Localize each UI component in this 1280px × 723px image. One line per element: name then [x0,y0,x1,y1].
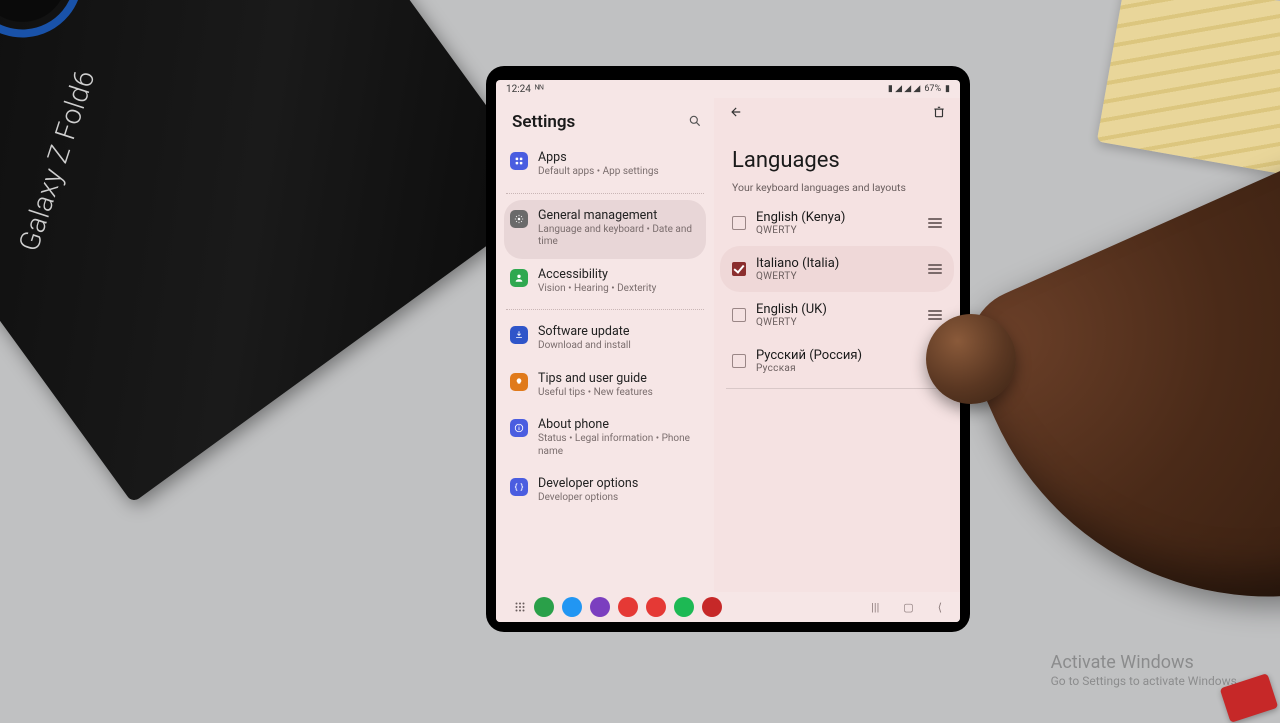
settings-divider [506,309,704,310]
status-bar: 12:24 ᴺᴺ ▮ ◢ ◢ ◢ 67% ▮ [496,80,960,98]
screen: 12:24 ᴺᴺ ▮ ◢ ◢ ◢ 67% ▮ Settings AppsDefa… [496,80,960,622]
dock-app-phone[interactable] [534,597,554,617]
dock-app-pdf[interactable] [702,597,722,617]
settings-item-accessibility[interactable]: AccessibilityVision • Hearing • Dexterit… [504,259,706,306]
language-name: English (Kenya) [756,210,918,225]
language-item--[interactable]: Русский (Россия)Русская [720,338,954,384]
settings-item-title: Software update [538,324,700,339]
language-item-english-kenya-[interactable]: English (Kenya)QWERTY [720,200,954,246]
settings-item-apps[interactable]: AppsDefault apps • App settings [504,142,706,189]
drag-handle-icon[interactable] [928,264,942,274]
nav-home-button[interactable]: ▢ [903,601,913,614]
back-arrow-icon [728,105,742,119]
settings-item-title: About phone [538,417,700,432]
language-item-english-uk-[interactable]: English (UK)QWERTY [720,292,954,338]
status-time: 12:24 [506,84,531,95]
search-button[interactable] [688,113,702,132]
dock-app-youtube[interactable] [646,597,666,617]
back-button[interactable] [728,104,742,123]
language-checkbox[interactable] [732,354,746,368]
battery-icon: ▮ [945,84,950,94]
nav-back-button[interactable]: ⟨ [938,601,942,614]
settings-item-tips-and-user-guide[interactable]: Tips and user guideUseful tips • New fea… [504,363,706,410]
dock-app-app-red[interactable] [618,597,638,617]
box-logo [0,0,98,53]
settings-item-about-phone[interactable]: About phoneStatus • Legal information • … [504,409,706,468]
language-item-italiano-italia-[interactable]: Italiano (Italia)QWERTY [720,246,954,292]
settings-item-subtitle: Language and keyboard • Date and time [538,224,700,249]
phone-frame: 12:24 ᴺᴺ ▮ ◢ ◢ ◢ 67% ▮ Settings AppsDefa… [486,66,970,632]
settings-item-subtitle: Useful tips • New features [538,387,700,400]
search-icon [688,114,702,128]
gear-icon [510,210,528,228]
info-icon [510,419,528,437]
language-name: Русский (Россия) [756,348,918,363]
settings-item-subtitle: Default apps • App settings [538,166,700,179]
status-signal-icon: ▮ ◢ ◢ ◢ [888,84,920,94]
language-layout: QWERTY [756,225,918,236]
settings-item-title: Developer options [538,476,700,491]
download-icon [510,326,528,344]
language-name: English (UK) [756,302,918,317]
settings-title: Settings [512,112,575,132]
settings-item-title: Tips and user guide [538,371,700,386]
delete-button[interactable] [932,104,946,123]
dock-app-spotify[interactable] [674,597,694,617]
settings-item-developer-options[interactable]: Developer optionsDeveloper options [504,468,706,515]
grid-icon [510,152,528,170]
app-drawer-icon[interactable] [514,601,526,613]
language-checkbox[interactable] [732,308,746,322]
language-checkbox[interactable] [732,216,746,230]
nav-recent-button[interactable]: ||| [871,601,879,614]
person-icon [510,269,528,287]
settings-item-title: Apps [538,150,700,165]
drag-handle-icon[interactable] [928,310,942,320]
status-battery: 67% [924,84,941,94]
languages-subtitle: Your keyboard languages and layouts [714,181,960,200]
languages-pane: Languages Your keyboard languages and la… [714,98,960,592]
settings-item-subtitle: Download and install [538,340,700,353]
drag-handle-icon[interactable] [928,218,942,228]
settings-item-software-update[interactable]: Software updateDownload and install [504,316,706,363]
settings-item-subtitle: Status • Legal information • Phone name [538,433,700,458]
language-checkbox[interactable] [732,262,746,276]
settings-pane: Settings AppsDefault apps • App settings… [496,98,714,592]
trash-icon [932,105,946,119]
drag-handle-icon[interactable] [928,356,942,366]
windows-watermark: Activate Windows Go to Settings to activ… [1051,651,1240,690]
settings-item-general-management[interactable]: General managementLanguage and keyboard … [504,200,706,259]
bulb-icon [510,373,528,391]
language-layout: QWERTY [756,271,918,282]
watermark-line1: Activate Windows [1051,651,1240,674]
language-name: Italiano (Italia) [756,256,918,271]
settings-item-title: Accessibility [538,267,700,282]
settings-item-subtitle: Vision • Hearing • Dexterity [538,283,700,296]
watermark-line2: Go to Settings to activate Windows. [1051,674,1240,690]
lang-list-divider [726,388,948,389]
wood-prop [1097,0,1280,176]
dock-app-messages[interactable] [562,597,582,617]
settings-divider [506,193,704,194]
braces-icon [510,478,528,496]
language-layout: QWERTY [756,317,918,328]
taskbar: ||| ▢ ⟨ [496,592,960,622]
settings-item-subtitle: Developer options [538,492,700,505]
languages-title: Languages [714,128,960,181]
dock-app-viber[interactable] [590,597,610,617]
status-icons-left: ᴺᴺ [535,84,544,95]
settings-item-title: General management [538,208,700,223]
language-layout: Русская [756,363,918,374]
